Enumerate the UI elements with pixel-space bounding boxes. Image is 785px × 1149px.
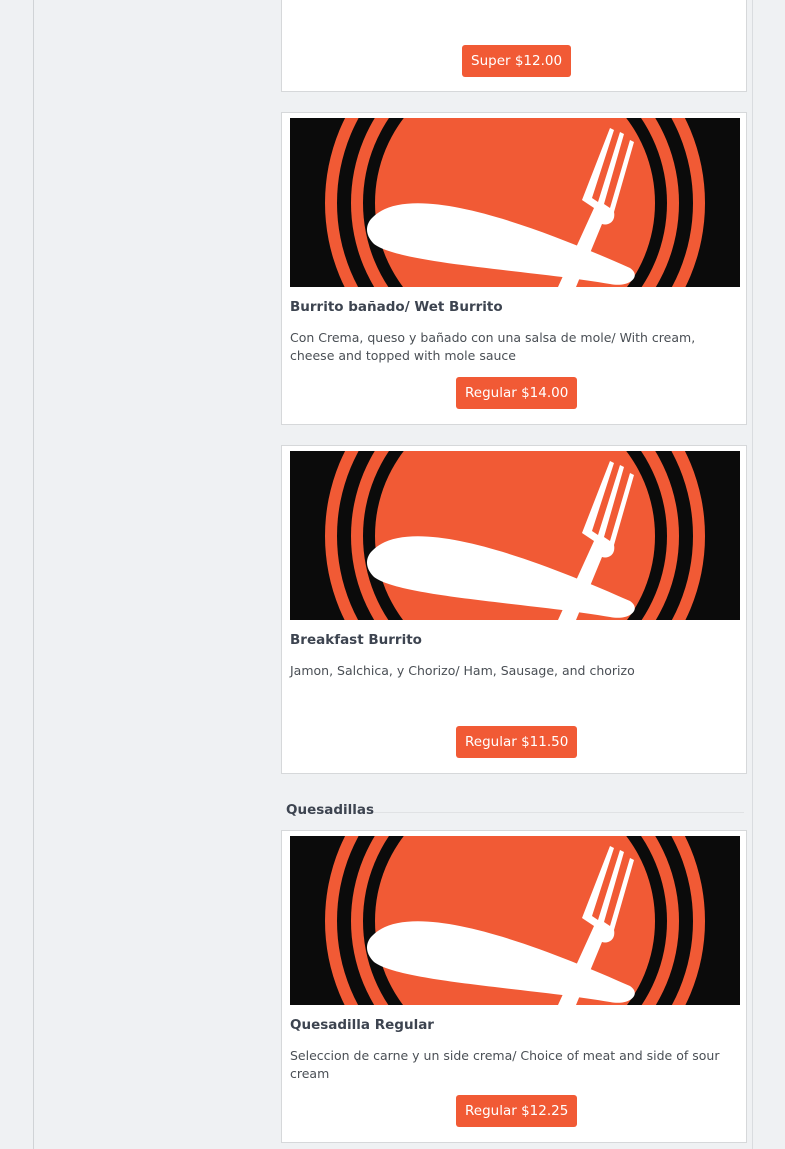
item-image (290, 836, 740, 1005)
add-price-button[interactable]: Regular $12.25 (456, 1095, 578, 1127)
right-column-border (752, 0, 753, 1149)
knife-and-fork-plate-logo-icon (325, 118, 705, 287)
item-image (290, 451, 740, 620)
item-description: Seleccion de carne y un side crema/ Choi… (290, 1048, 720, 1081)
knife-and-fork-plate-logo-icon (325, 836, 705, 1005)
add-price-button[interactable]: Super $12.00 (462, 45, 572, 77)
section-title: Quesadillas (286, 802, 375, 818)
knife-and-fork-plate-logo-icon (325, 451, 705, 620)
left-column-border (33, 0, 34, 1149)
item-name: Breakfast Burrito (290, 632, 422, 648)
menu-item-card[interactable]: Quesadilla Regular Seleccion de carne y … (281, 830, 747, 1143)
menu-item-card-partial: Super $12.00 (281, 0, 747, 92)
item-name: Quesadilla Regular (290, 1017, 434, 1033)
add-price-button[interactable]: Regular $11.50 (456, 726, 578, 758)
section-divider (374, 812, 744, 813)
add-price-button[interactable]: Regular $14.00 (456, 377, 578, 409)
item-description: Jamon, Salchica, y Chorizo/ Ham, Sausage… (290, 663, 635, 678)
item-description: Con Crema, queso y bañado con una salsa … (290, 330, 696, 363)
menu-item-card[interactable]: Burrito bañado/ Wet Burrito Con Crema, q… (281, 112, 747, 425)
item-image (290, 118, 740, 287)
item-name: Burrito bañado/ Wet Burrito (290, 299, 503, 315)
menu-item-card[interactable]: Breakfast Burrito Jamon, Salchica, y Cho… (281, 445, 747, 774)
